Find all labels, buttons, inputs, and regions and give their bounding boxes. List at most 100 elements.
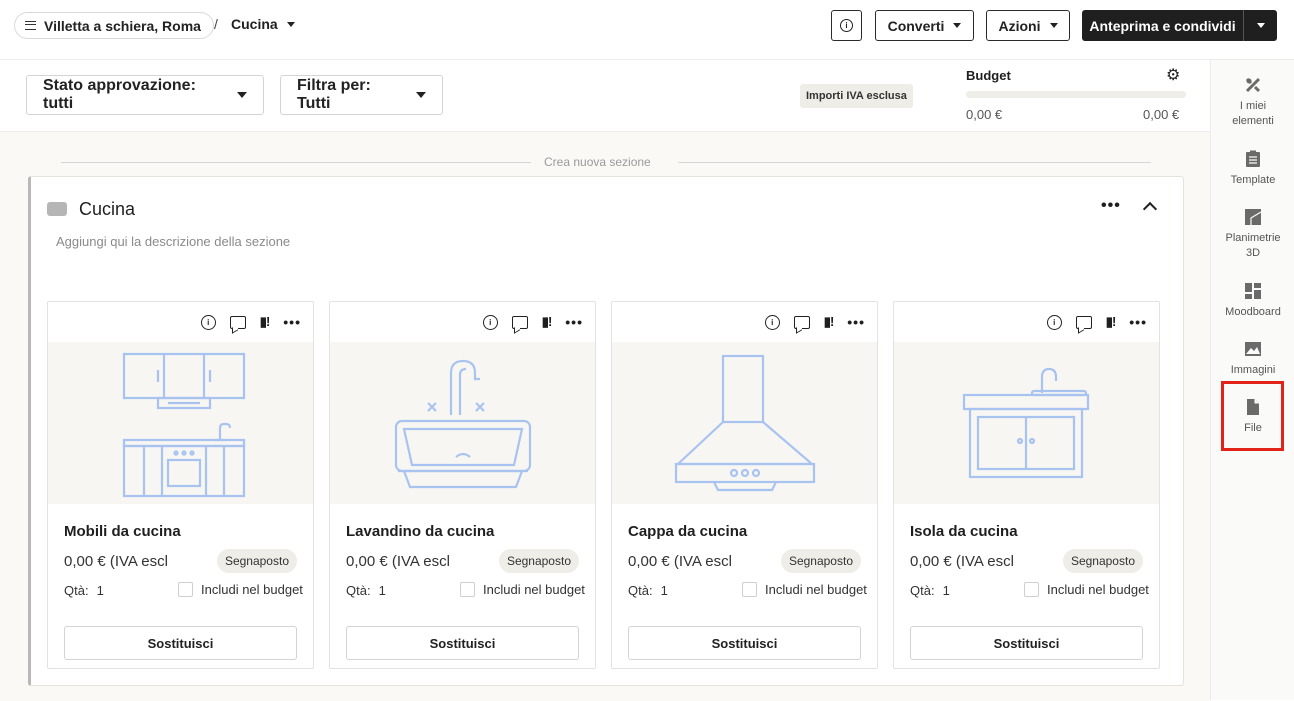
comment-icon[interactable] [793, 315, 810, 329]
kitchen-island-icon [894, 342, 1159, 504]
section-cucina: Cucina ••• Aggiungi qui la descrizione d… [28, 176, 1184, 686]
placeholder-badge: Segnaposto [498, 549, 579, 573]
product-card[interactable]: i ▮! ••• Cappa da cucina 0,00 € (IVA esc… [611, 301, 878, 669]
info-icon[interactable]: i [764, 314, 780, 330]
range-hood-icon [612, 342, 877, 504]
moodboard-icon [1244, 282, 1262, 300]
workspace-canvas: Crea nuova sezione Cucina ••• Aggiungi q… [0, 132, 1210, 701]
product-name[interactable]: Lavandino da cucina [346, 523, 494, 540]
azioni-button[interactable]: Azioni [986, 10, 1070, 41]
replace-button[interactable]: Sostituisci [64, 626, 297, 660]
chevron-down-icon [286, 21, 295, 27]
product-name[interactable]: Isola da cucina [910, 523, 1018, 540]
priority-icon[interactable]: ▮! [542, 314, 553, 330]
include-budget-label: Includi nel budget [483, 582, 585, 597]
converti-button[interactable]: Converti [875, 10, 974, 41]
sidebar-label: Planimetrie 3D [1225, 232, 1281, 259]
quantity: Qtà: 1 [628, 583, 668, 598]
product-price: 0,00 € (IVA escl [910, 553, 1014, 570]
chevron-down-icon [1256, 23, 1265, 28]
main-area: Stato approvazione: tutti Filtra per: Tu… [0, 59, 1210, 701]
share-dropdown-button[interactable] [1244, 10, 1277, 41]
card-toolbar: i ▮! ••• [764, 314, 865, 330]
create-section-divider[interactable]: Crea nuova sezione [61, 154, 1151, 170]
info-icon[interactable]: i [482, 314, 498, 330]
include-budget-checkbox[interactable]: Includi nel budget [742, 582, 867, 597]
azioni-label: Azioni [998, 17, 1041, 34]
quantity-label: Qtà: [64, 583, 89, 598]
sidebar-label: Immagini [1230, 364, 1276, 376]
placeholder-badge: Segnaposto [216, 549, 297, 573]
product-name[interactable]: Mobili da cucina [64, 523, 181, 540]
more-icon[interactable]: ••• [283, 314, 301, 330]
approval-status-label: Stato approvazione: tutti [43, 77, 196, 112]
replace-button[interactable]: Sostituisci [346, 626, 579, 660]
more-icon[interactable]: ••• [1129, 314, 1147, 330]
product-card[interactable]: i ▮! ••• [47, 301, 314, 669]
include-budget-checkbox[interactable]: Includi nel budget [460, 582, 585, 597]
quantity-value[interactable]: 1 [97, 583, 104, 598]
quantity-label: Qtà: [910, 583, 935, 598]
filter-bar: Stato approvazione: tutti Filtra per: Tu… [0, 60, 1210, 132]
product-price: 0,00 € (IVA escl [64, 553, 168, 570]
sidebar-item-template[interactable]: Template [1211, 150, 1294, 188]
priority-icon[interactable]: ▮! [1106, 314, 1117, 330]
section-title[interactable]: Cucina [79, 199, 135, 220]
sidebar-item-floorplans[interactable]: Planimetrie 3D [1211, 208, 1294, 261]
section-more-icon[interactable]: ••• [1101, 197, 1121, 215]
comment-icon[interactable] [511, 315, 528, 329]
checkbox-box[interactable] [1024, 582, 1039, 597]
quantity-label: Qtà: [628, 583, 653, 598]
my-items-icon [1244, 76, 1262, 94]
chevron-down-icon [1049, 23, 1058, 28]
priority-icon[interactable]: ▮! [260, 314, 271, 330]
highlight-box [1221, 381, 1284, 451]
product-card[interactable]: i ▮! ••• [329, 301, 596, 669]
checkbox-box[interactable] [742, 582, 757, 597]
menu-icon [25, 21, 36, 30]
section-color-swatch[interactable] [47, 202, 67, 216]
placeholder-badge: Segnaposto [780, 549, 861, 573]
clipboard-icon [1244, 150, 1262, 168]
product-name[interactable]: Cappa da cucina [628, 523, 747, 540]
chevron-down-icon [237, 92, 247, 98]
section-description-input[interactable]: Aggiungi qui la descrizione della sezion… [56, 234, 290, 249]
share-button-group: Anteprima e condividi [1082, 10, 1277, 41]
sidebar-item-images[interactable]: Immagini [1211, 340, 1294, 378]
filter-by-dropdown[interactable]: Filtra per: Tutti [280, 75, 443, 115]
quantity-label: Qtà: [346, 583, 371, 598]
replace-button[interactable]: Sostituisci [910, 626, 1143, 660]
quantity: Qtà: 1 [64, 583, 104, 598]
preview-share-button[interactable]: Anteprima e condividi [1082, 10, 1244, 41]
info-icon[interactable]: i [1046, 314, 1062, 330]
project-breadcrumb-button[interactable]: Villetta a schiera, Roma [14, 12, 214, 39]
room-selector[interactable]: Cucina [231, 16, 295, 32]
quantity-value[interactable]: 1 [943, 583, 950, 598]
info-button[interactable]: i [831, 10, 862, 41]
checkbox-box[interactable] [460, 582, 475, 597]
chevron-up-icon[interactable] [1142, 201, 1158, 217]
budget-title: Budget [966, 68, 1011, 83]
more-icon[interactable]: ••• [565, 314, 583, 330]
info-icon[interactable]: i [200, 314, 216, 330]
replace-button[interactable]: Sostituisci [628, 626, 861, 660]
quantity-value[interactable]: 1 [379, 583, 386, 598]
quantity-value[interactable]: 1 [661, 583, 668, 598]
include-budget-checkbox[interactable]: Includi nel budget [178, 582, 303, 597]
product-card[interactable]: i ▮! ••• [893, 301, 1160, 669]
include-budget-checkbox[interactable]: Includi nel budget [1024, 582, 1149, 597]
budget-progress-bar [966, 91, 1186, 98]
divider-line [678, 162, 1151, 163]
more-icon[interactable]: ••• [847, 314, 865, 330]
sidebar-item-moodboard[interactable]: Moodboard [1211, 282, 1294, 320]
sidebar-item-my-items[interactable]: I miei elementi [1211, 76, 1294, 129]
product-price: 0,00 € (IVA escl [628, 553, 732, 570]
comment-icon[interactable] [229, 315, 246, 329]
approval-status-filter[interactable]: Stato approvazione: tutti [26, 75, 264, 115]
gear-icon[interactable]: ⚙ [1166, 68, 1180, 84]
priority-icon[interactable]: ▮! [824, 314, 835, 330]
breadcrumb-separator: / [214, 16, 218, 32]
kitchen-sink-icon [330, 342, 595, 504]
comment-icon[interactable] [1075, 315, 1092, 329]
checkbox-box[interactable] [178, 582, 193, 597]
